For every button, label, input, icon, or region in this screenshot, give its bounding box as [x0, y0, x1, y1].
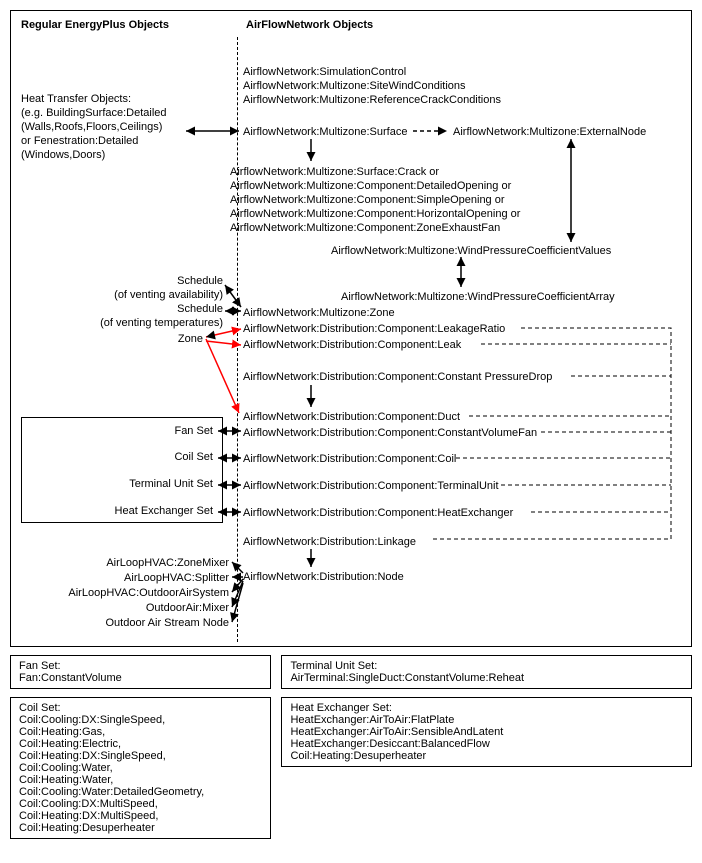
- heat-ex-set-item-0: HeatExchanger:AirToAir:FlatPlate: [290, 714, 683, 726]
- sched-temp: Schedule: [177, 303, 223, 315]
- heat-ex-set-item-3: Coil:Heating:Desuperheater: [290, 750, 683, 762]
- afn-coil: AirflowNetwork:Distribution:Component:Co…: [243, 453, 456, 465]
- afn-simple-opening: AirflowNetwork:Multizone:Component:Simpl…: [230, 194, 505, 206]
- afn-ref-crack: AirflowNetwork:Multizone:ReferenceCrackC…: [243, 94, 501, 106]
- coil-set-item-6: Coil:Cooling:Water:DetailedGeometry,: [19, 786, 262, 798]
- fan-set-title: Fan Set:: [19, 660, 262, 672]
- coil-set-item-9: Coil:Heating:Desuperheater: [19, 822, 262, 834]
- splitter: AirLoopHVAC:Splitter: [124, 572, 229, 584]
- terminal-set-title: Terminal Unit Set:: [290, 660, 683, 672]
- terminal-set-label: Terminal Unit Set: [129, 478, 213, 490]
- fan-set-label: Fan Set: [174, 425, 213, 437]
- afn-wind-coef-array: AirflowNetwork:Multizone:WindPressureCoe…: [341, 291, 615, 303]
- afn-const-pressure: AirflowNetwork:Distribution:Component:Co…: [243, 371, 552, 383]
- afn-mz-zone: AirflowNetwork:Multizone:Zone: [243, 307, 395, 319]
- afn-cv-fan: AirflowNetwork:Distribution:Component:Co…: [243, 427, 537, 439]
- afn-horiz-opening: AirflowNetwork:Multizone:Component:Horiz…: [230, 208, 520, 220]
- afn-leak: AirflowNetwork:Distribution:Component:Le…: [243, 339, 461, 351]
- afn-crack: AirflowNetwork:Multizone:Surface:Crack o…: [230, 166, 439, 178]
- coil-set-item-7: Coil:Cooling:DX:MultiSpeed,: [19, 798, 262, 810]
- terminal-set-item-0: AirTerminal:SingleDuct:ConstantVolume:Re…: [290, 672, 683, 684]
- sched-temp-sub: (of venting temperatures): [100, 317, 223, 329]
- heat-transfer-line5: (Windows,Doors): [21, 149, 105, 161]
- main-diagram-box: Regular EnergyPlus Objects AirFlowNetwor…: [10, 10, 692, 647]
- heat-ex-set-title: Heat Exchanger Set:: [290, 702, 683, 714]
- afn-duct: AirflowNetwork:Distribution:Component:Du…: [243, 411, 460, 423]
- heat-ex-set-item-2: HeatExchanger:Desiccant:BalancedFlow: [290, 738, 683, 750]
- coil-set-item-4: Coil:Cooling:Water,: [19, 762, 262, 774]
- fan-set-box: Fan Set: Fan:ConstantVolume: [10, 655, 271, 689]
- afn-leak-ratio: AirflowNetwork:Distribution:Component:Le…: [243, 323, 505, 335]
- heat-transfer-line2: (e.g. BuildingSurface:Detailed: [21, 107, 167, 119]
- coil-set-item-8: Coil:Heating:DX:MultiSpeed,: [19, 810, 262, 822]
- coil-set-item-5: Coil:Heating:Water,: [19, 774, 262, 786]
- oa-system: AirLoopHVAC:OutdoorAirSystem: [68, 587, 229, 599]
- heat-transfer-line4: or Fenestration:Detailed: [21, 135, 138, 147]
- bottom-row-1: Fan Set: Fan:ConstantVolume Terminal Uni…: [10, 655, 692, 689]
- oa-mixer: OutdoorAir:Mixer: [146, 602, 229, 614]
- afn-mz-surface: AirflowNetwork:Multizone:Surface: [243, 126, 407, 138]
- heat-ex-set-box: Heat Exchanger Set: HeatExchanger:AirToA…: [281, 697, 692, 767]
- heat-ex-set-item-1: HeatExchanger:AirToAir:SensibleAndLatent: [290, 726, 683, 738]
- zone-label: Zone: [178, 333, 203, 345]
- sched-avail-sub: (of venting availability): [114, 289, 223, 301]
- header-left: Regular EnergyPlus Objects: [21, 19, 169, 31]
- coil-set-title: Coil Set:: [19, 702, 262, 714]
- header-right: AirFlowNetwork Objects: [246, 19, 373, 31]
- afn-linkage: AirflowNetwork:Distribution:Linkage: [243, 536, 416, 548]
- afn-detailed-opening: AirflowNetwork:Multizone:Component:Detai…: [230, 180, 511, 192]
- coil-set-box: Coil Set: Coil:Cooling:DX:SingleSpeed, C…: [10, 697, 271, 839]
- diagram-container: Regular EnergyPlus Objects AirFlowNetwor…: [10, 10, 692, 839]
- coil-set-item-2: Coil:Heating:Electric,: [19, 738, 262, 750]
- fan-set-item-0: Fan:ConstantVolume: [19, 672, 262, 684]
- afn-terminal: AirflowNetwork:Distribution:Component:Te…: [243, 480, 499, 492]
- afn-heat-ex: AirflowNetwork:Distribution:Component:He…: [243, 507, 513, 519]
- vertical-divider: [237, 37, 238, 642]
- oa-stream: Outdoor Air Stream Node: [105, 617, 229, 629]
- afn-sim-control: AirflowNetwork:SimulationControl: [243, 66, 406, 78]
- zone-mixer: AirLoopHVAC:ZoneMixer: [106, 557, 229, 569]
- afn-ext-node: AirflowNetwork:Multizone:ExternalNode: [453, 126, 646, 138]
- bottom-row-2: Coil Set: Coil:Cooling:DX:SingleSpeed, C…: [10, 697, 692, 839]
- coil-set-item-0: Coil:Cooling:DX:SingleSpeed,: [19, 714, 262, 726]
- heat-transfer-line1: Heat Transfer Objects:: [21, 93, 131, 105]
- coil-set-label: Coil Set: [174, 451, 213, 463]
- sched-avail: Schedule: [177, 275, 223, 287]
- coil-set-item-1: Coil:Heating:Gas,: [19, 726, 262, 738]
- heat-transfer-line3: (Walls,Roofs,Floors,Ceilings): [21, 121, 162, 133]
- afn-node: AirflowNetwork:Distribution:Node: [243, 571, 404, 583]
- afn-site-wind: AirflowNetwork:Multizone:SiteWindConditi…: [243, 80, 466, 92]
- terminal-set-box: Terminal Unit Set: AirTerminal:SingleDuc…: [281, 655, 692, 689]
- heat-ex-set-label: Heat Exchanger Set: [115, 505, 213, 517]
- afn-exhaust-fan: AirflowNetwork:Multizone:Component:ZoneE…: [230, 222, 500, 234]
- afn-wind-coef-values: AirflowNetwork:Multizone:WindPressureCoe…: [331, 245, 611, 257]
- coil-set-item-3: Coil:Heating:DX:SingleSpeed,: [19, 750, 262, 762]
